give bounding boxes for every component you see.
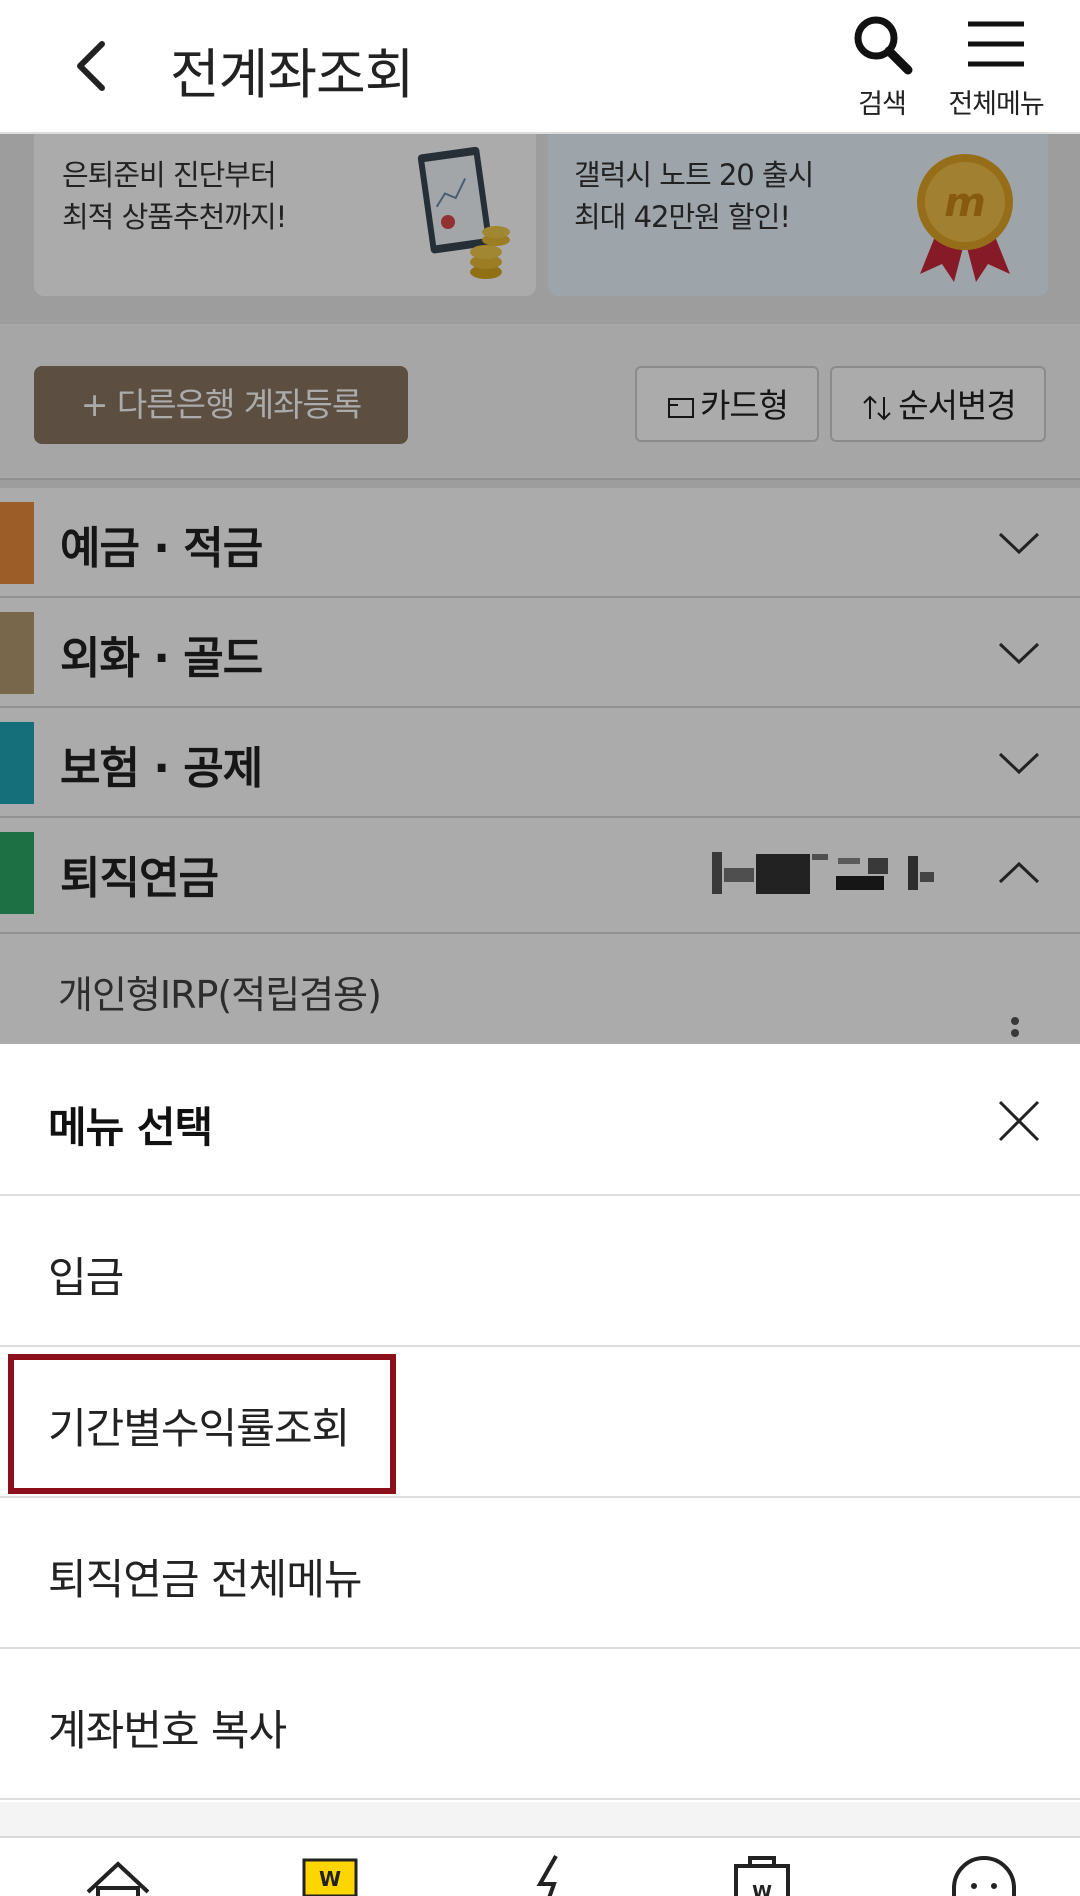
- menu-item-label: 퇴직연금 전체메뉴: [48, 1555, 362, 1604]
- wallet-icon[interactable]: W: [290, 1852, 370, 1896]
- hamburger-menu-icon: [968, 21, 1024, 67]
- home-icon[interactable]: [78, 1852, 158, 1896]
- chevron-left-icon: [77, 41, 105, 91]
- chatbot-icon[interactable]: [944, 1852, 1024, 1896]
- bottom-tab-bar: W W: [0, 1836, 1080, 1896]
- menu-item-copy-account-number[interactable]: 계좌번호 복사: [0, 1649, 1080, 1800]
- tabbar-spacer: [0, 1802, 1080, 1836]
- sheet-title: 메뉴 선택: [48, 1103, 213, 1152]
- lightning-icon[interactable]: [510, 1852, 590, 1896]
- menu-item-pension-full-menu[interactable]: 퇴직연금 전체메뉴: [0, 1498, 1080, 1649]
- search-label: 검색: [858, 89, 907, 120]
- search-button[interactable]: 검색: [822, 12, 942, 124]
- menu-item-deposit[interactable]: 입금: [0, 1196, 1080, 1347]
- full-menu-button[interactable]: 전체메뉴: [936, 12, 1056, 124]
- sheet-header: 메뉴 선택: [0, 1044, 1080, 1196]
- highlight-box: [8, 1354, 396, 1494]
- page-title: 전계좌조회: [170, 43, 414, 106]
- full-menu-label: 전체메뉴: [948, 89, 1044, 120]
- menu-item-label: 입금: [48, 1253, 124, 1302]
- modal-dim-overlay[interactable]: [0, 134, 1080, 1044]
- menu-item-label: 계좌번호 복사: [48, 1706, 287, 1755]
- close-icon[interactable]: [996, 1098, 1042, 1144]
- back-button[interactable]: [60, 36, 120, 96]
- search-icon: [854, 16, 913, 75]
- svg-text:W: W: [319, 1867, 341, 1891]
- app-header: 전계좌조회 검색 전체메뉴: [0, 0, 1080, 134]
- shopping-bag-icon[interactable]: W: [722, 1852, 802, 1896]
